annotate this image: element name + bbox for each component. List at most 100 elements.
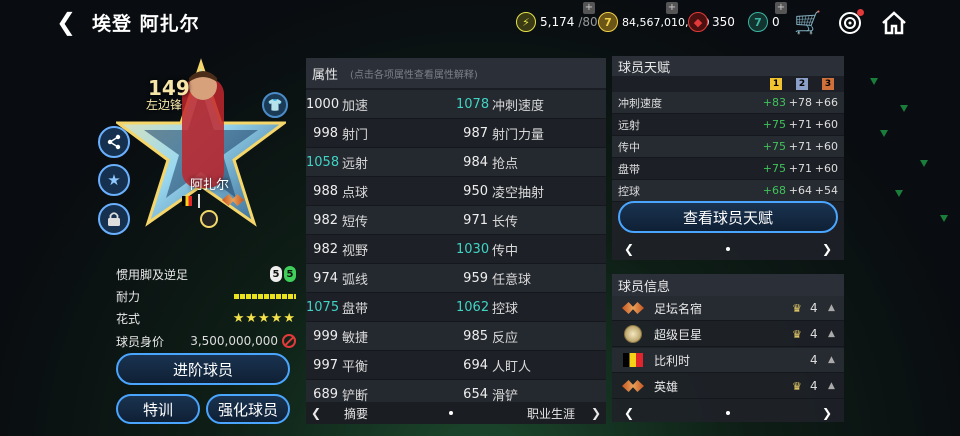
back-arrow-icon[interactable]: ❮ bbox=[52, 8, 80, 36]
notification-dot bbox=[857, 9, 864, 16]
energy-resource[interactable]: ⚡ 5,174/80 bbox=[516, 11, 598, 33]
player-info-row[interactable]: 足坛名宿 ♛ 4 ▲ bbox=[612, 296, 844, 321]
attribute-cell[interactable]: 988 点球 bbox=[306, 177, 456, 205]
token-resource[interactable]: 7 0 bbox=[748, 11, 780, 33]
attribute-cell[interactable]: 982 视野 bbox=[306, 235, 456, 263]
shop-cart-icon[interactable]: 🛒 bbox=[794, 9, 822, 37]
attribute-value: 654 bbox=[463, 386, 488, 402]
attribute-cell[interactable]: 998 射门 bbox=[306, 119, 456, 147]
share-icon[interactable] bbox=[98, 126, 130, 158]
target-icon[interactable] bbox=[836, 9, 864, 37]
talent-bonus-a: +68 bbox=[762, 184, 786, 197]
kit-shirt-icon[interactable]: 👕 bbox=[262, 92, 288, 118]
special-training-button[interactable]: 特训 bbox=[116, 394, 200, 424]
foot-row: 惯用脚及逆足 5 5 bbox=[116, 264, 296, 284]
attribute-cell[interactable]: 971 长传 bbox=[456, 206, 606, 234]
attribute-cell[interactable]: 959 任意球 bbox=[456, 264, 606, 292]
talent-panel: 球员天赋 1 2 3 冲刺速度 +83 +78 +66 远射 +75 +71 +60 传中 +75… bbox=[612, 56, 844, 260]
skill-stars: ★★★★★ bbox=[232, 310, 296, 326]
favorite-star-icon[interactable]: ★ bbox=[98, 164, 130, 196]
talent-bonus-b: +71 bbox=[788, 140, 812, 153]
player-info-row[interactable]: 比利时 4 ▲ bbox=[612, 348, 844, 373]
enhance-player-button[interactable]: 强化球员 bbox=[206, 394, 290, 424]
attribute-cell[interactable]: 987 射门力量 bbox=[456, 119, 606, 147]
background-decoration bbox=[920, 160, 928, 167]
talent-row: 控球 +68 +64 +54 bbox=[612, 180, 844, 202]
add-token-button[interactable]: + bbox=[775, 2, 787, 14]
attribute-cell[interactable]: 984 抢点 bbox=[456, 148, 606, 176]
gem-resource[interactable]: ◆ 350 bbox=[688, 11, 735, 33]
energy-value: 5,174 bbox=[540, 15, 575, 29]
attribute-cell[interactable]: 997 平衡 bbox=[306, 351, 456, 379]
player-info-name: 比利时 bbox=[654, 353, 691, 368]
attribute-value: 1062 bbox=[456, 299, 490, 315]
talent-bonus-b: +64 bbox=[788, 184, 812, 197]
player-info-row[interactable]: 英雄 ♛ 4 ▲ bbox=[612, 374, 844, 399]
talent-bonus-b: +71 bbox=[788, 162, 812, 175]
prev-page-icon[interactable]: ❮ bbox=[306, 406, 326, 420]
attribute-cell[interactable]: 974 弧线 bbox=[306, 264, 456, 292]
add-coin-button[interactable]: + bbox=[666, 2, 678, 14]
attribute-name: 短传 bbox=[342, 214, 369, 230]
value-display: 3,500,000,000 bbox=[190, 334, 296, 348]
attribute-cell[interactable]: 1058 远射 bbox=[306, 148, 456, 176]
attribute-cell[interactable]: 950 凌空抽射 bbox=[456, 177, 606, 205]
talent-name: 传中 bbox=[618, 140, 640, 154]
player-info-title: 球员信息 bbox=[612, 274, 844, 296]
attribute-cell[interactable]: 999 敏捷 bbox=[306, 322, 456, 350]
next-page-icon[interactable]: ❯ bbox=[822, 406, 832, 420]
talent-name: 盘带 bbox=[618, 162, 640, 176]
attribute-name: 抢点 bbox=[492, 156, 519, 172]
background-decoration bbox=[880, 130, 888, 137]
attributes-panel: 属性 (点击各项属性查看属性解释) 1000 加速 1078 冲刺速度 998 射门 987… bbox=[306, 58, 606, 424]
attribute-cell[interactable]: 985 反应 bbox=[456, 322, 606, 350]
card-player-name: 阿扎尔 bbox=[190, 178, 230, 193]
next-page-icon[interactable]: ❯ bbox=[586, 406, 606, 420]
attribute-value: 984 bbox=[463, 154, 488, 170]
attribute-row: 999 敏捷 985 反应 bbox=[306, 322, 606, 351]
next-page-icon[interactable]: ❯ bbox=[822, 242, 832, 256]
attribute-name: 冲刺速度 bbox=[492, 98, 545, 114]
attribute-name: 点球 bbox=[342, 185, 369, 201]
attribute-row: 974 弧线 959 任意球 bbox=[306, 264, 606, 293]
lock-icon[interactable] bbox=[98, 203, 130, 235]
talent-bonus-c: +60 bbox=[814, 140, 838, 153]
player-info-name: 超级巨星 bbox=[654, 327, 703, 342]
attribute-value: 982 bbox=[313, 241, 338, 257]
attribute-value: 985 bbox=[463, 328, 488, 344]
attribute-cell[interactable]: 1075 盘带 bbox=[306, 293, 456, 321]
attribute-value: 959 bbox=[463, 270, 488, 286]
attribute-cell[interactable]: 1000 加速 bbox=[306, 90, 456, 118]
token-value: 0 bbox=[772, 15, 780, 29]
attribute-cell[interactable]: 1078 冲刺速度 bbox=[456, 90, 606, 118]
career-tab[interactable]: 职业生涯 bbox=[516, 405, 586, 422]
summary-tab[interactable]: 摘要 bbox=[326, 405, 386, 422]
talent-row: 冲刺速度 +83 +78 +66 bbox=[612, 92, 844, 114]
home-icon[interactable] bbox=[880, 9, 908, 37]
attribute-cell[interactable]: 982 短传 bbox=[306, 206, 456, 234]
player-info-row[interactable]: 超级巨星 ♛ 4 ▲ bbox=[612, 322, 844, 347]
prev-page-icon[interactable]: ❮ bbox=[624, 406, 634, 420]
card-divider bbox=[198, 194, 200, 208]
talent-bonus-a: +75 bbox=[762, 162, 786, 175]
advance-player-button[interactable]: 进阶球员 bbox=[116, 353, 290, 385]
attribute-value: 988 bbox=[313, 183, 338, 199]
player-info-pager: ❮ ❯ bbox=[612, 404, 844, 422]
token-icon: 7 bbox=[748, 12, 768, 32]
level-up-icon: ▲ bbox=[828, 355, 835, 365]
attribute-row: 982 短传 971 长传 bbox=[306, 206, 606, 235]
attributes-grid: 1000 加速 1078 冲刺速度 998 射门 987 射门力量 1058 远射 984 抢点 988… bbox=[306, 90, 606, 409]
crown-icon: ♛ bbox=[792, 327, 802, 341]
talent-name: 远射 bbox=[618, 118, 640, 132]
attribute-cell[interactable]: 1062 控球 bbox=[456, 293, 606, 321]
prev-page-icon[interactable]: ❮ bbox=[624, 242, 634, 256]
card-position: 左边锋 bbox=[146, 98, 183, 112]
attribute-cell[interactable]: 694 人盯人 bbox=[456, 351, 606, 379]
view-talent-button[interactable]: 查看球员天赋 bbox=[618, 201, 838, 233]
add-energy-button[interactable]: + bbox=[583, 2, 595, 14]
skill-label: 花式 bbox=[116, 311, 141, 326]
attribute-cell[interactable]: 1030 传中 bbox=[456, 235, 606, 263]
attribute-value: 1000 bbox=[306, 96, 340, 112]
attribute-name: 弧线 bbox=[342, 272, 369, 288]
crown-icon: ♛ bbox=[792, 301, 802, 315]
